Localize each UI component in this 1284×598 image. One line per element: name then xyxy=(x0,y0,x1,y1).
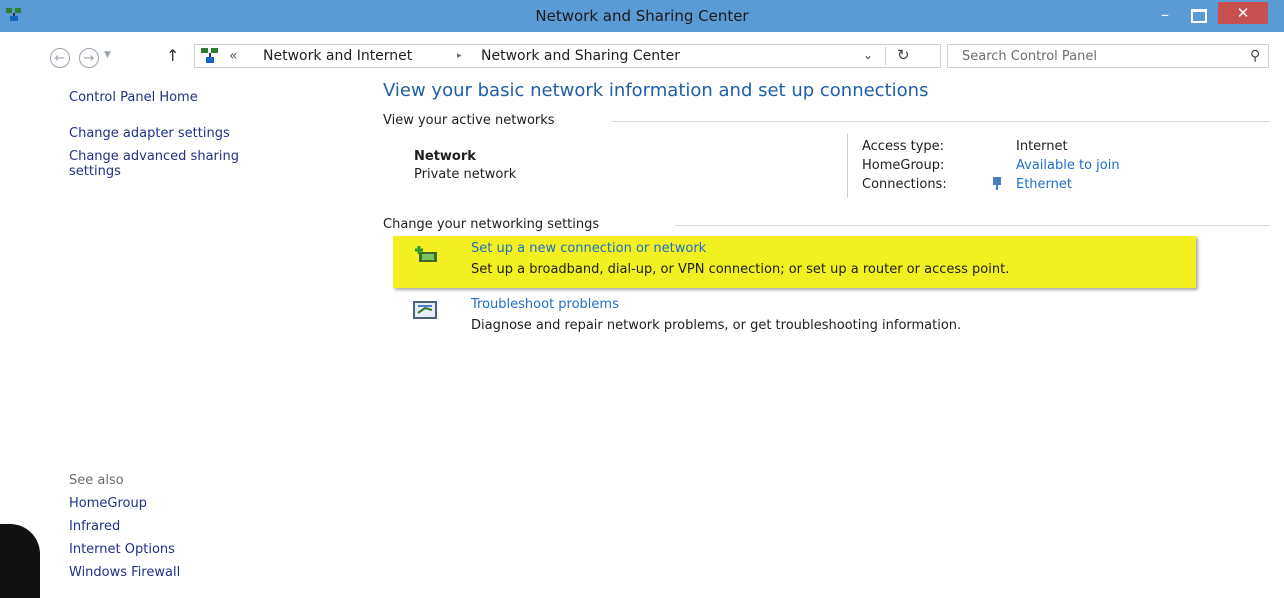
internet-options-link[interactable]: Internet Options xyxy=(69,542,175,557)
ethernet-link[interactable]: Ethernet xyxy=(1016,177,1072,192)
connections-label: Connections: xyxy=(862,177,947,192)
new-connection-icon xyxy=(415,246,437,262)
address-box[interactable]: « Network and Internet ▸ Network and Sha… xyxy=(194,44,941,68)
address-dropdown-icon[interactable]: ⌄ xyxy=(863,48,873,62)
active-networks-label: View your active networks xyxy=(383,113,555,128)
change-advanced-sharing-link[interactable]: Change advanced sharing xyxy=(69,149,239,164)
search-box[interactable]: ⚲ xyxy=(947,44,1269,68)
address-divider xyxy=(885,47,886,65)
networking-settings-label: Change your networking settings xyxy=(383,217,600,232)
section-divider xyxy=(675,225,1270,226)
background-shape xyxy=(0,524,40,598)
minimize-button[interactable]: – xyxy=(1150,4,1180,26)
title-bar: Network and Sharing Center – ✕ xyxy=(0,0,1284,32)
troubleshoot-title[interactable]: Troubleshoot problems xyxy=(471,297,619,312)
network-name: Network xyxy=(414,149,476,164)
access-type-value: Internet xyxy=(1016,139,1068,154)
forward-button[interactable]: → xyxy=(79,48,99,68)
page-title: View your basic network information and … xyxy=(383,80,929,101)
back-button[interactable]: ← xyxy=(50,48,70,68)
homegroup-available-link[interactable]: Available to join xyxy=(1016,158,1120,173)
breadcrumb-network-and-internet[interactable]: Network and Internet xyxy=(263,48,412,64)
ethernet-icon xyxy=(993,177,1001,190)
search-input[interactable] xyxy=(960,48,1234,65)
see-also-label: See also xyxy=(69,473,124,488)
close-button[interactable]: ✕ xyxy=(1218,2,1268,24)
homegroup-label: HomeGroup: xyxy=(862,158,945,173)
maximize-button[interactable] xyxy=(1182,4,1212,26)
access-type-label: Access type: xyxy=(862,139,945,154)
window-title: Network and Sharing Center xyxy=(535,7,749,25)
search-icon[interactable]: ⚲ xyxy=(1250,48,1260,64)
breadcrumb-separator-icon[interactable]: ▸ xyxy=(457,51,462,61)
maximize-icon xyxy=(1191,9,1207,23)
homegroup-link[interactable]: HomeGroup xyxy=(69,496,147,511)
breadcrumb-network-and-sharing-center[interactable]: Network and Sharing Center xyxy=(481,48,680,64)
network-type: Private network xyxy=(414,167,517,182)
control-panel-home-link[interactable]: Control Panel Home xyxy=(69,90,198,105)
change-advanced-sharing-link-line2[interactable]: settings xyxy=(69,164,121,179)
network-divider xyxy=(847,134,848,198)
overflow-chevron-icon[interactable]: « xyxy=(229,48,238,64)
troubleshoot-icon xyxy=(413,301,437,319)
section-divider xyxy=(612,121,1270,122)
navigation-bar: ← → ▼ ↑ « Network and Internet ▸ Network… xyxy=(0,32,1284,78)
refresh-icon[interactable]: ↻ xyxy=(897,46,910,64)
windows-firewall-link[interactable]: Windows Firewall xyxy=(69,565,180,580)
new-connection-desc: Set up a broadband, dial-up, or VPN conn… xyxy=(471,262,1010,277)
new-connection-title[interactable]: Set up a new connection or network xyxy=(471,241,706,256)
network-icon xyxy=(201,48,218,63)
recent-locations-dropdown[interactable]: ▼ xyxy=(104,50,111,60)
up-button[interactable]: ↑ xyxy=(166,46,179,65)
infrared-link[interactable]: Infrared xyxy=(69,519,120,534)
task-new-connection[interactable]: Set up a new connection or network Set u… xyxy=(393,236,1196,288)
change-adapter-settings-link[interactable]: Change adapter settings xyxy=(69,126,230,141)
troubleshoot-desc: Diagnose and repair network problems, or… xyxy=(471,318,962,333)
